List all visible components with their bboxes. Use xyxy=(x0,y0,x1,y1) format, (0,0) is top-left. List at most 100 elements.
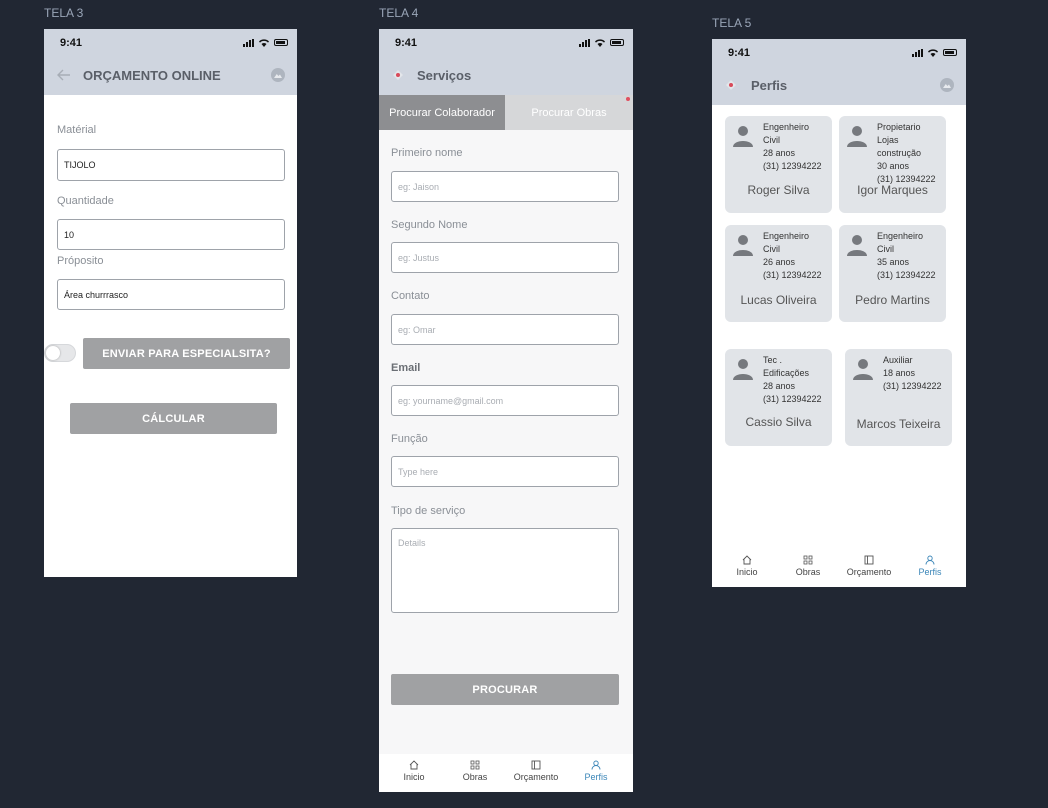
menu-dot-icon[interactable] xyxy=(724,78,738,92)
nav-item-inicio[interactable]: Inicio xyxy=(384,754,444,792)
nav-item-obras[interactable]: Obras xyxy=(445,754,505,792)
segundo-nome-input[interactable]: eg: Justus xyxy=(391,242,619,273)
especialista-toggle[interactable] xyxy=(44,344,76,362)
nav-label: Obras xyxy=(795,567,821,577)
battery-icon xyxy=(943,49,957,56)
profile-line: Civil xyxy=(763,244,780,254)
profile-line: Lojas xyxy=(877,135,899,145)
profile-line: (31) 12394222 xyxy=(763,394,822,404)
primeiro-nome-label: Primeiro nome xyxy=(391,147,463,159)
enviar-especialista-button[interactable]: ENVIAR PARA ESPECIALSITA? xyxy=(83,338,290,369)
avatar-icon[interactable] xyxy=(940,78,954,92)
battery-icon xyxy=(610,39,624,46)
page-title: Perfis xyxy=(751,78,788,93)
menu-dot-icon[interactable] xyxy=(391,68,405,82)
screen-label-tela5: TELA 5 xyxy=(712,16,752,30)
profile-card[interactable]: Engenheiro Civil 35 anos (31) 12394222 P… xyxy=(839,225,946,322)
profile-card[interactable]: Tec . Edificações 28 anos (31) 12394222 … xyxy=(725,349,832,446)
nav-item-orcamento[interactable]: Orçamento xyxy=(506,754,566,792)
app-bar: Serviços xyxy=(379,55,633,95)
nav-label: Perfis xyxy=(584,772,608,782)
quantidade-label: Quantidade xyxy=(57,195,114,207)
phone-tela3: 9:41 ORÇAMENTO ONLINE Matérial TIJOLO Qu… xyxy=(44,29,297,577)
nav-item-orcamento[interactable]: Orçamento xyxy=(839,549,899,587)
primeiro-nome-input[interactable]: eg: Jaison xyxy=(391,171,619,202)
email-label: Email xyxy=(391,362,421,374)
back-arrow-icon[interactable] xyxy=(56,67,72,83)
person-icon xyxy=(733,235,753,256)
profile-card[interactable]: Propietario Lojas construção 30 anos (31… xyxy=(839,116,946,213)
profile-line: (31) 12394222 xyxy=(763,161,822,171)
signal-icon xyxy=(912,48,923,57)
profile-details: Engenheiro Civil 35 anos (31) 12394222 xyxy=(877,230,936,282)
profile-line: (31) 12394222 xyxy=(877,270,936,280)
material-field[interactable]: TIJOLO xyxy=(57,149,285,181)
nav-label: Orçamento xyxy=(846,567,892,577)
material-label: Matérial xyxy=(57,124,97,136)
profile-card[interactable]: Engenheiro Civil 26 anos (31) 12394222 L… xyxy=(725,225,832,322)
grid-icon xyxy=(470,760,480,770)
app-bar: ORÇAMENTO ONLINE xyxy=(44,55,297,95)
proposito-label: Próposito xyxy=(57,255,104,267)
person-icon xyxy=(733,359,753,380)
procurar-button[interactable]: PROCURAR xyxy=(391,674,619,705)
tab-procurar-obras[interactable]: Procurar Obras xyxy=(505,95,633,130)
profile-name: Roger Silva xyxy=(747,183,810,197)
status-bar: 9:41 xyxy=(44,29,297,55)
profile-line: (31) 12394222 xyxy=(763,270,822,280)
nav-item-inicio[interactable]: Inicio xyxy=(717,549,777,587)
profile-line: construção xyxy=(877,148,922,158)
book-icon xyxy=(531,760,541,770)
profile-name: Lucas Oliveira xyxy=(740,293,817,307)
profile-line: (31) 12394222 xyxy=(883,381,942,391)
profile-details: Tec . Edificações 28 anos (31) 12394222 xyxy=(763,354,822,406)
nav-label: Perfis xyxy=(918,567,942,577)
status-bar: 9:41 xyxy=(712,39,966,65)
system-icons xyxy=(579,38,624,47)
profile-line: Propietario xyxy=(877,122,921,132)
screen-label-tela3: TELA 3 xyxy=(44,6,84,20)
funcao-input[interactable]: Type here xyxy=(391,456,619,487)
book-icon xyxy=(864,555,874,565)
system-icons xyxy=(912,48,957,57)
avatar-icon[interactable] xyxy=(271,68,285,82)
profile-line: Auxiliar xyxy=(883,355,913,365)
profile-name: Pedro Martins xyxy=(855,293,930,307)
wifi-icon xyxy=(259,39,269,47)
profile-card[interactable]: Engenheiro Civil 28 anos (31) 12394222 R… xyxy=(725,116,832,213)
email-input[interactable]: eg: yourname@gmail.com xyxy=(391,385,619,416)
phone-tela5: 9:41 Perfis Engenheiro Civil 28 anos (31… xyxy=(712,39,966,587)
screen-label-tela4: TELA 4 xyxy=(379,6,419,20)
nav-item-obras[interactable]: Obras xyxy=(778,549,838,587)
grid-icon xyxy=(803,555,813,565)
calcular-button[interactable]: CÁLCULAR xyxy=(70,403,277,434)
status-time: 9:41 xyxy=(60,37,83,49)
profile-name: Marcos Teixeira xyxy=(856,417,941,431)
segundo-nome-label: Segundo Nome xyxy=(391,219,468,231)
proposito-field[interactable]: Área churrrasco xyxy=(57,279,285,310)
status-time: 9:41 xyxy=(728,47,751,59)
user-icon xyxy=(591,760,601,770)
profile-line: 26 anos xyxy=(763,257,796,267)
profile-details: Engenheiro Civil 26 anos (31) 12394222 xyxy=(763,230,822,282)
profile-line: Engenheiro xyxy=(877,231,924,241)
profile-line: Engenheiro xyxy=(763,122,810,132)
contato-label: Contato xyxy=(391,290,430,302)
tipo-servico-textarea[interactable]: Details xyxy=(391,528,619,613)
page-title: ORÇAMENTO ONLINE xyxy=(83,68,221,83)
nav-item-perfis[interactable]: Perfis xyxy=(566,754,626,792)
profile-line: Edificações xyxy=(763,368,810,378)
wifi-icon xyxy=(595,39,605,47)
wifi-icon xyxy=(928,49,938,57)
contato-input[interactable]: eg: Omar xyxy=(391,314,619,345)
quantidade-field[interactable]: 10 xyxy=(57,219,285,250)
nav-item-perfis[interactable]: Perfis xyxy=(900,549,960,587)
profile-line: 28 anos xyxy=(763,148,796,158)
status-bar: 9:41 xyxy=(379,29,633,55)
bottom-nav: Inicio Obras Orçamento Perfis xyxy=(379,754,633,792)
signal-icon xyxy=(579,38,590,47)
page-title: Serviços xyxy=(417,68,472,83)
profile-card[interactable]: Auxiliar 18 anos (31) 12394222 Marcos Te… xyxy=(845,349,952,446)
profile-name: Cassio Silva xyxy=(745,415,812,429)
tab-procurar-colaborador[interactable]: Procurar Colaborador xyxy=(379,95,505,130)
